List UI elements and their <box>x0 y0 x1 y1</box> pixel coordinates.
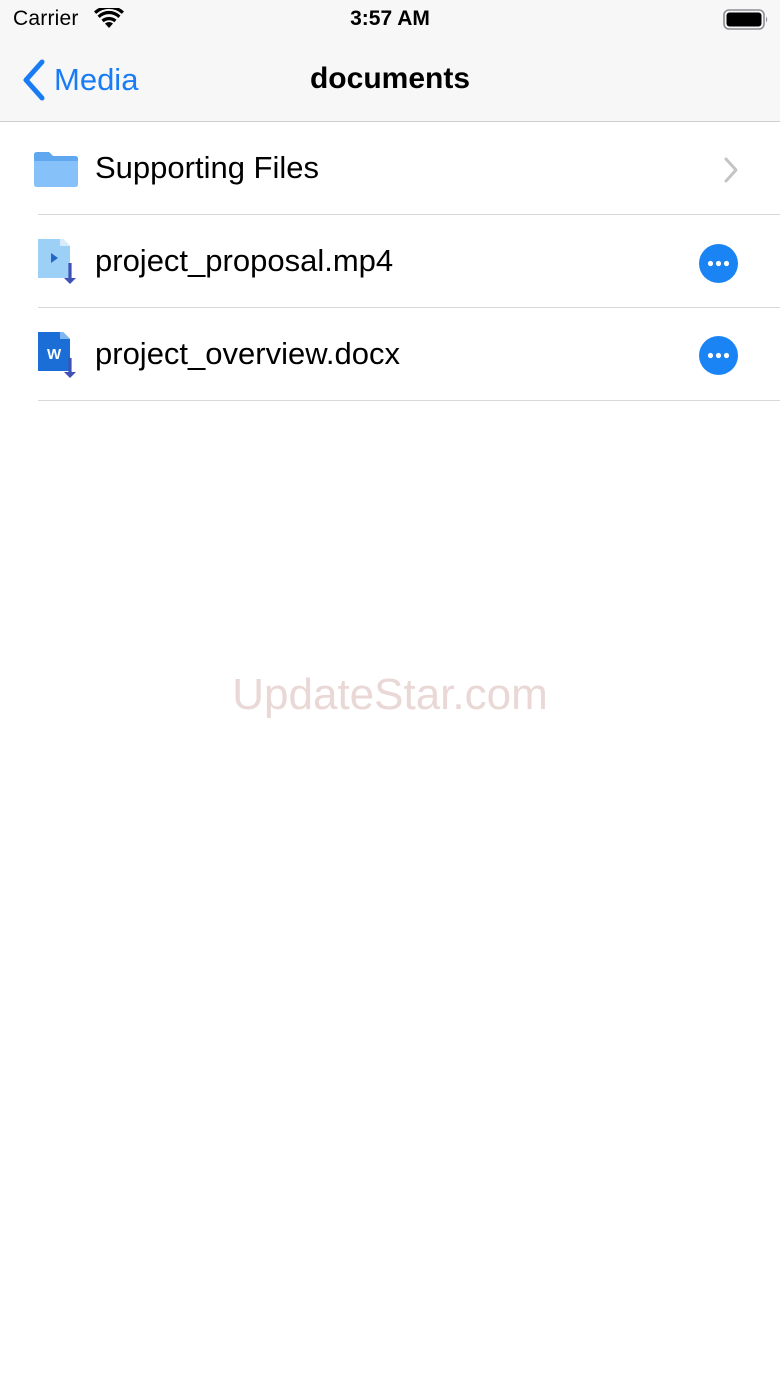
navigation-bar: Media documents <box>0 40 780 122</box>
page-title: documents <box>309 62 471 95</box>
video-file-icon <box>38 239 76 284</box>
list-item-supporting-files[interactable]: Supporting Files <box>0 122 780 215</box>
list-item-project-overview[interactable]: W project_overview.docx <box>0 308 780 401</box>
row-divider <box>38 400 780 401</box>
watermark: UpdateStar.com <box>232 670 548 719</box>
list-item-label: Supporting Files <box>95 150 320 185</box>
svg-text:W: W <box>47 346 62 363</box>
list-item-label: project_proposal.mp4 <box>95 243 394 278</box>
chevron-right-icon <box>724 157 738 183</box>
more-options-button[interactable] <box>699 336 738 375</box>
folder-icon <box>34 152 78 187</box>
word-document-icon: W <box>38 332 76 378</box>
list-item-project-proposal[interactable]: project_proposal.mp4 <box>0 215 780 308</box>
status-bar: Carrier 3:57 AM <box>0 0 780 40</box>
battery-icon <box>723 9 768 30</box>
status-time: 3:57 AM <box>350 7 430 30</box>
file-list: Supporting Files project_proposal.mp4 W … <box>0 122 780 401</box>
more-options-button[interactable] <box>699 244 738 283</box>
ellipsis-icon <box>707 260 730 267</box>
ellipsis-icon <box>707 352 730 359</box>
list-item-label: project_overview.docx <box>95 336 400 371</box>
